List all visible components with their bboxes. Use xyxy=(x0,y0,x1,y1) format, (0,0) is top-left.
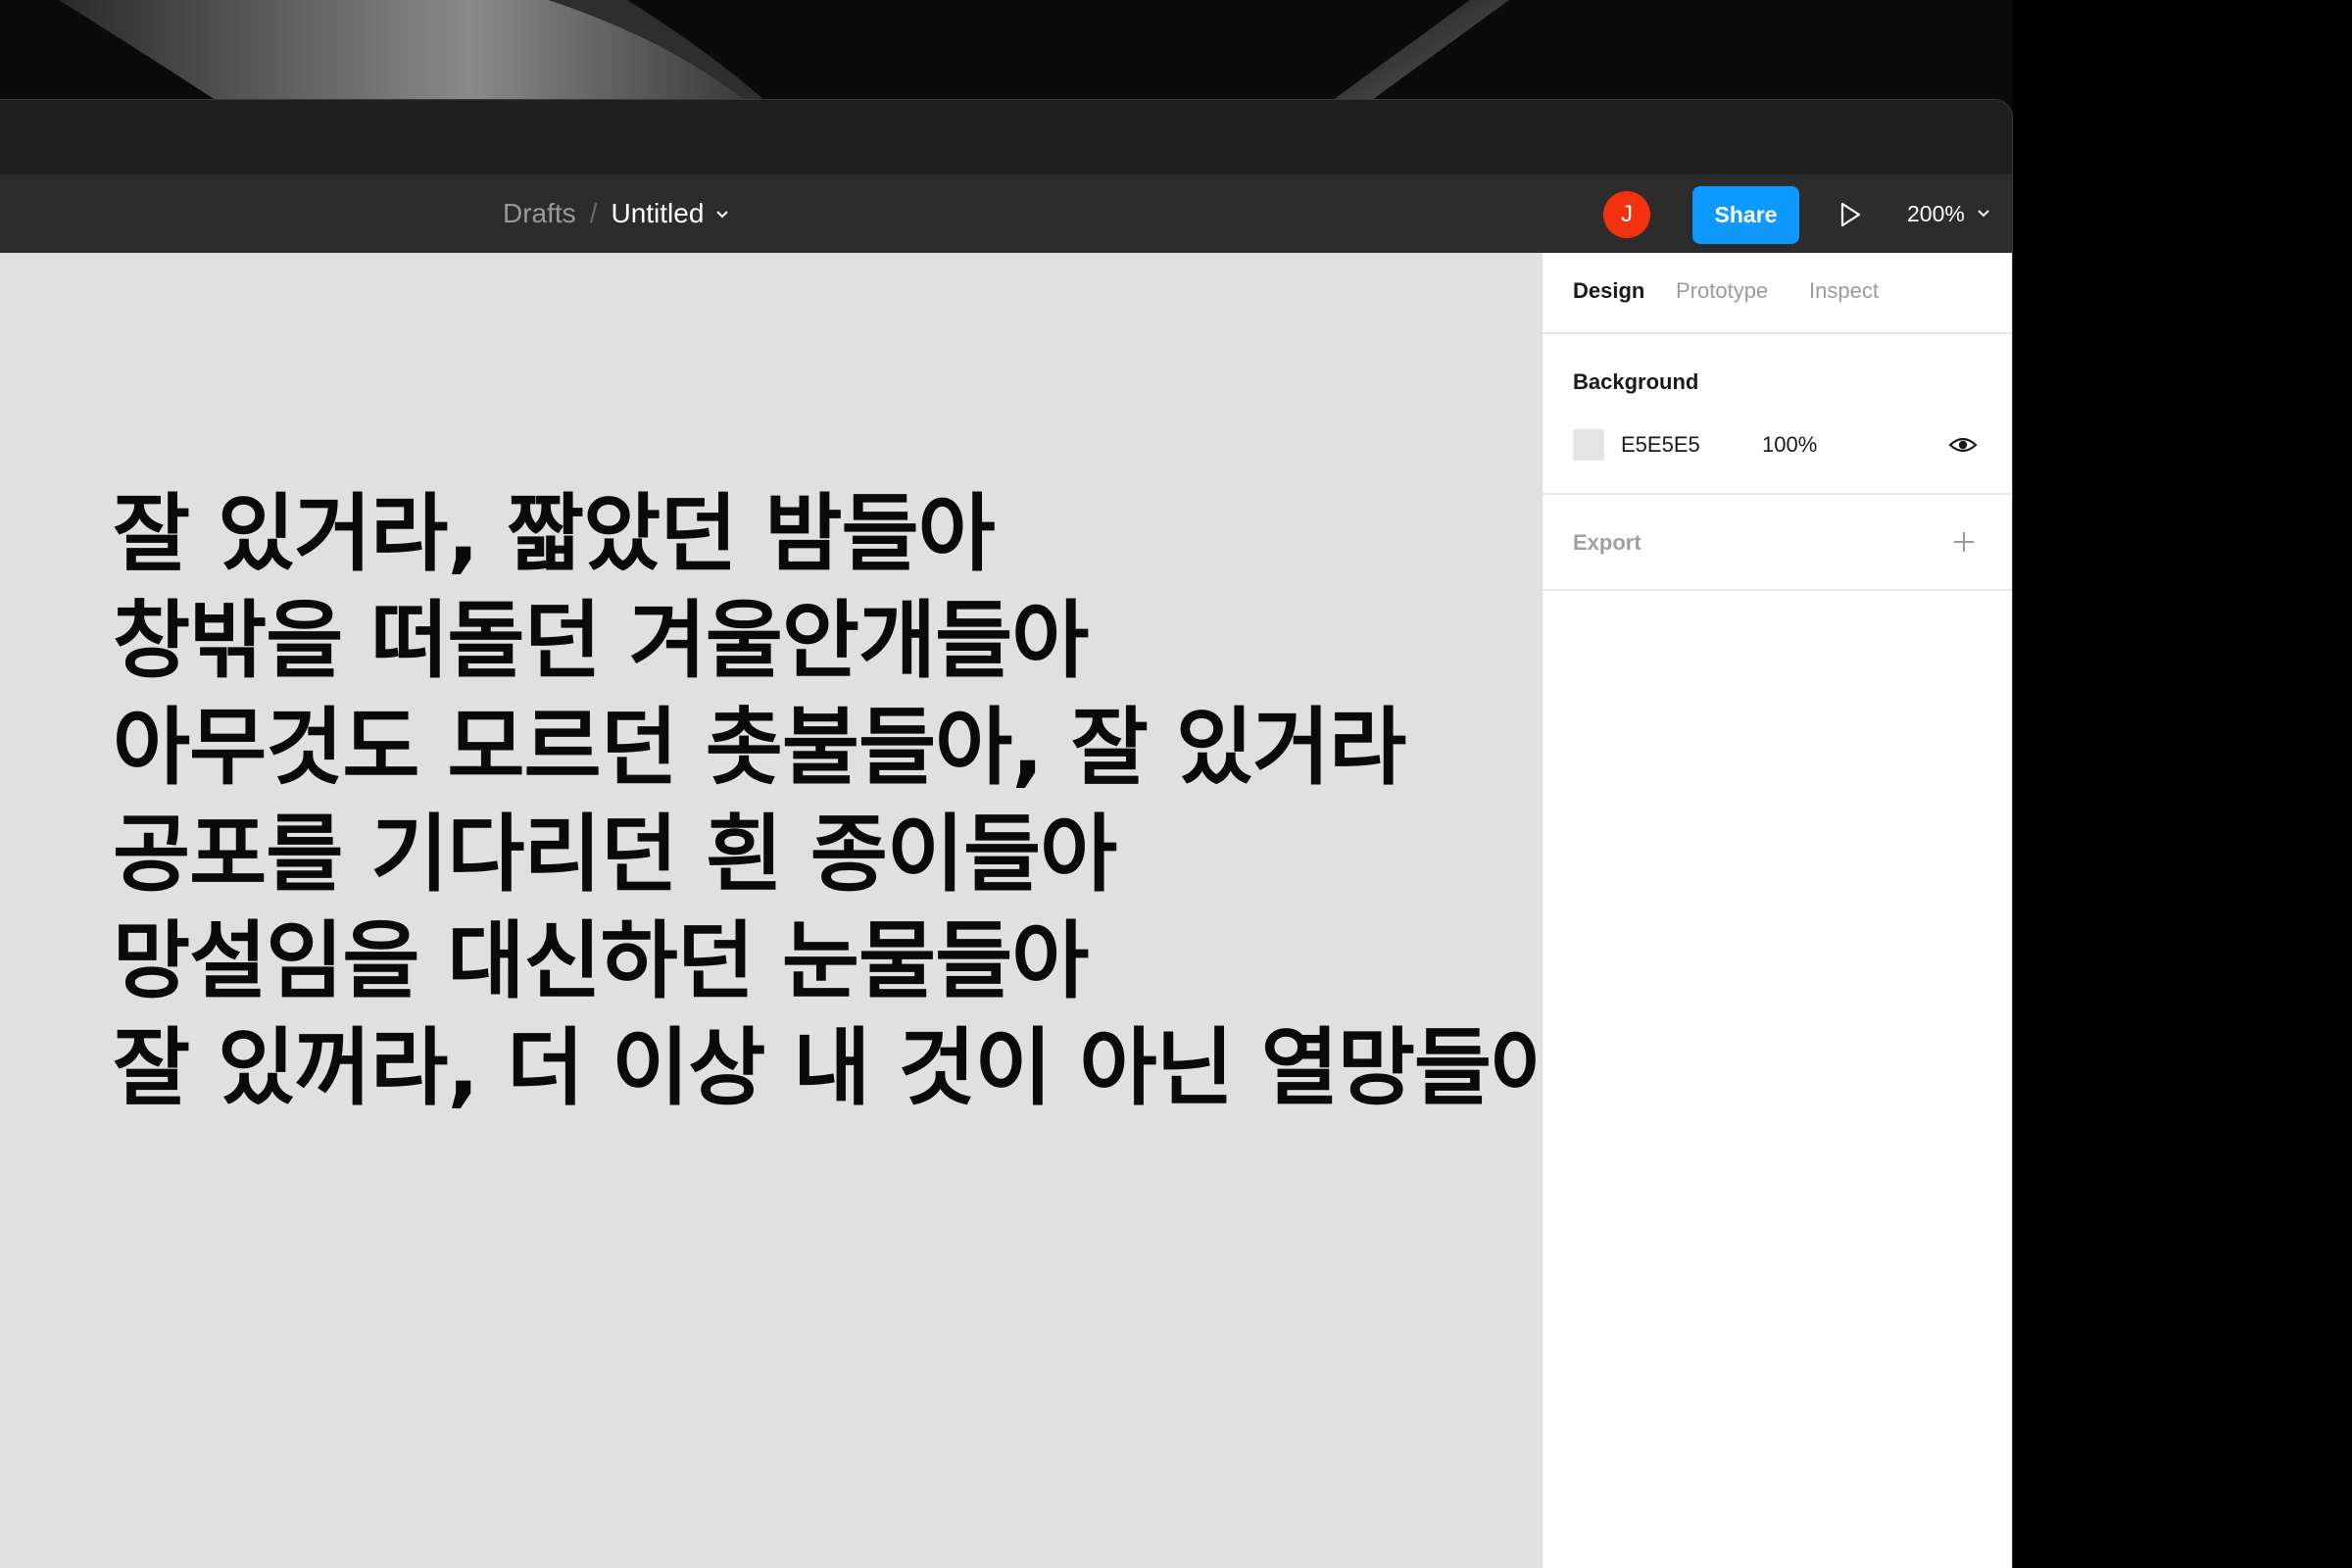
avatar[interactable]: J xyxy=(1603,191,1650,238)
top-toolbar: Drafts / Untitled J Share 200% xyxy=(0,174,2012,253)
poem-line: 아무것도 모르던 촛불들아, 잘 있거라 xyxy=(113,699,1406,797)
poem-line: 잘 있거라, 짧았던 밤들아 xyxy=(113,485,996,583)
poem-line: 창밖을 떠돌던 겨울안개들아 xyxy=(113,592,1089,690)
present-button[interactable] xyxy=(1833,195,1868,234)
panel-tabs: Design Prototype Inspect xyxy=(1543,253,2012,334)
app-window: Drafts / Untitled J Share 200% 잘 있거라, 짧았… xyxy=(0,100,2012,1568)
background-color-swatch[interactable] xyxy=(1573,429,1604,461)
chevron-down-icon[interactable] xyxy=(713,206,731,223)
design-canvas[interactable]: 잘 있거라, 짧았던 밤들아 창밖을 떠돌던 겨울안개들아 아무것도 모르던 촛… xyxy=(0,253,1568,1568)
background-opacity-input[interactable]: 100% xyxy=(1762,432,1817,458)
poem-text-layer[interactable]: 잘 있거라, 짧았던 밤들아 창밖을 떠돌던 겨울안개들아 아무것도 모르던 촛… xyxy=(113,481,1568,1122)
tab-inspect[interactable]: Inspect xyxy=(1809,278,1879,304)
tab-design[interactable]: Design xyxy=(1573,278,1644,304)
breadcrumb: Drafts / Untitled xyxy=(503,174,731,253)
zoom-level: 200% xyxy=(1907,200,1965,226)
title-bar xyxy=(0,100,2012,174)
poem-line: 잘 있꺼라, 더 이상 내 것이 아닌 열망들아 xyxy=(113,1019,1568,1117)
tab-prototype[interactable]: Prototype xyxy=(1676,278,1768,304)
backdrop-right-edge xyxy=(2012,0,2352,1568)
chevron-down-icon xyxy=(1978,210,1989,218)
breadcrumb-folder[interactable]: Drafts xyxy=(503,198,576,229)
background-section: Background E5E5E5 100% xyxy=(1543,334,2012,495)
properties-panel: Design Prototype Inspect Background E5E5… xyxy=(1543,253,2012,1568)
play-icon xyxy=(1840,202,1861,227)
file-name[interactable]: Untitled xyxy=(611,198,704,229)
plus-icon[interactable] xyxy=(1952,530,1976,554)
poem-line: 망설임을 대신하던 눈물들아 xyxy=(113,912,1089,1010)
export-section: Export xyxy=(1543,495,2012,591)
poem-line: 공포를 기다리던 흰 종이들아 xyxy=(113,806,1117,904)
breadcrumb-separator: / xyxy=(589,198,598,228)
share-button[interactable]: Share xyxy=(1692,186,1799,244)
background-hex-input[interactable]: E5E5E5 xyxy=(1621,432,1700,458)
background-title: Background xyxy=(1573,369,1699,394)
export-title: Export xyxy=(1573,530,1642,555)
zoom-dropdown[interactable]: 200% xyxy=(1907,174,1992,253)
eye-icon[interactable] xyxy=(1948,433,1978,457)
